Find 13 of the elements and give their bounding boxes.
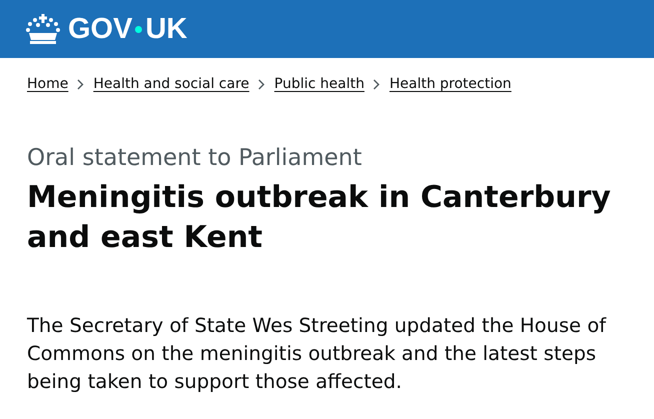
lead-paragraph: The Secretary of State Wes Streeting updated the House of Commons on the meningitis outbreak and the latest steps being taken to support those affected. <box>27 313 608 395</box>
breadcrumb-link[interactable]: Health protection <box>389 74 512 94</box>
chevron-icon <box>77 78 84 90</box>
crown-icon <box>26 14 60 44</box>
breadcrumb-link[interactable]: Home <box>27 74 68 94</box>
page-title: Meningitis outbreak in Canterbury and east Kent <box>27 179 612 257</box>
logo-dot-icon <box>135 26 142 32</box>
chevron-icon <box>373 78 380 90</box>
page-caption: Oral statement to Parliament <box>27 144 363 172</box>
breadcrumb-link[interactable]: Health and social care <box>93 74 250 94</box>
chevron-icon <box>258 78 266 90</box>
home-logo-link[interactable]: GOV UK <box>26 13 188 45</box>
breadcrumb-link[interactable]: Public health <box>274 74 364 94</box>
